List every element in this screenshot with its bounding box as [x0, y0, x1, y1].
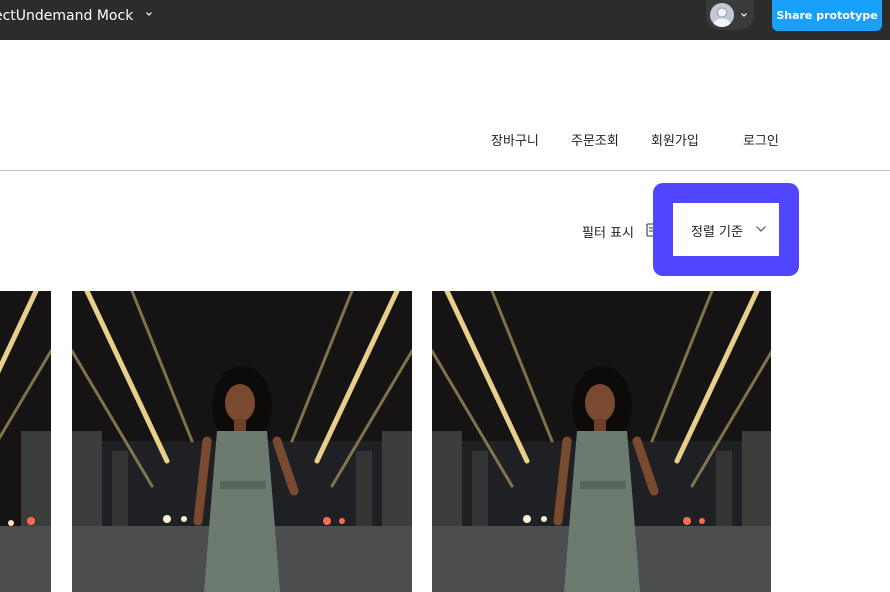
chevron-down-icon[interactable]	[144, 9, 154, 19]
sort-label: 정렬 기준	[691, 225, 743, 240]
nav-cart[interactable]: 장바구니	[491, 130, 539, 149]
sort-dropdown[interactable]: 정렬 기준	[673, 203, 779, 256]
product-image[interactable]	[432, 291, 771, 592]
product-image[interactable]	[0, 291, 51, 592]
sort-chevron-icon	[756, 226, 766, 232]
chevron-down-icon	[741, 13, 747, 17]
nav-order-lookup[interactable]: 주문조회	[571, 130, 619, 149]
prototype-top-bar: ectUndemand Mock Share prototype	[0, 0, 890, 40]
avatar-icon	[710, 3, 734, 27]
filter-toggle[interactable]: 필터 표시	[582, 222, 634, 241]
user-menu[interactable]	[706, 0, 754, 30]
header-divider	[0, 170, 890, 171]
product-image[interactable]	[72, 291, 412, 592]
project-title[interactable]: ectUndemand Mock	[0, 0, 133, 32]
nav-login[interactable]: 로그인	[743, 130, 779, 149]
share-prototype-button[interactable]: Share prototype	[772, 0, 882, 31]
nav-signup[interactable]: 회원가입	[651, 130, 699, 149]
